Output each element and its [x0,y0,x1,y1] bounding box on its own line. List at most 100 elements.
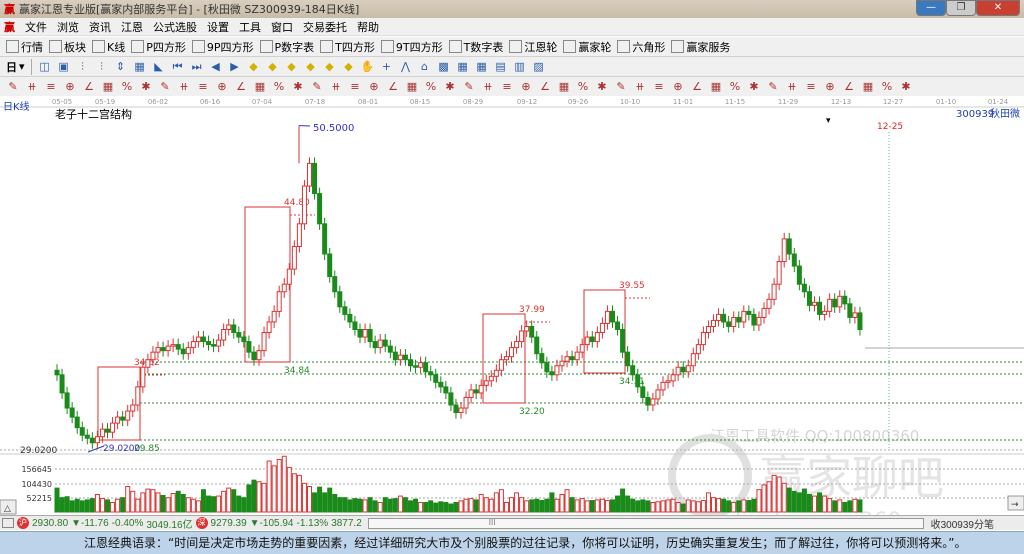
toolbar-button-11[interactable]: 六角形 [617,39,665,55]
toolbar-button-5[interactable]: P数字表 [259,39,314,55]
chart-tool-19-icon[interactable]: ⋀ [399,60,413,74]
drawing-tool-30-icon[interactable]: % [576,80,590,94]
drawing-tool-5-icon[interactable]: ▦ [101,80,115,94]
menu-trade[interactable]: 交易委托 [303,19,347,35]
toolbar-button-7[interactable]: 9T四方形 [380,39,443,55]
period-select[interactable]: 日 ▾ [6,59,25,75]
drawing-tool-28-icon[interactable]: ∠ [538,80,552,94]
drawing-tool-47-icon[interactable]: ✱ [899,80,913,94]
drawing-tool-13-icon[interactable]: ▦ [253,80,267,94]
drawing-tool-33-icon[interactable]: ⧺ [633,80,647,94]
drawing-tool-43-icon[interactable]: ⊕ [823,80,837,94]
scroll-grip[interactable]: III [489,518,496,527]
chart-tool-18-icon[interactable]: + [380,60,394,74]
chart-tool-15-icon[interactable]: ◆ [323,60,337,74]
drawing-tool-35-icon[interactable]: ⊕ [671,80,685,94]
calculator-icon[interactable] [2,518,14,528]
menu-help[interactable]: 帮助 [357,19,379,35]
drawing-tool-41-icon[interactable]: ⧺ [785,80,799,94]
chart-tool-24-icon[interactable]: ▤ [494,60,508,74]
menu-browse[interactable]: 浏览 [57,19,79,35]
drawing-tool-24-icon[interactable]: ✎ [462,80,476,94]
chart-tool-5-icon[interactable]: ▦ [133,60,147,74]
chart-tool-22-icon[interactable]: ▦ [456,60,470,74]
chart-tool-6-icon[interactable]: ◣ [152,60,166,74]
chart-tool-4-icon[interactable]: ⇕ [114,60,128,74]
drawing-tool-2-icon[interactable]: ≡ [44,80,58,94]
menu-settings[interactable]: 设置 [207,19,229,35]
drawing-tool-27-icon[interactable]: ⊕ [519,80,533,94]
chart-tool-10-icon[interactable]: ▶ [228,60,242,74]
toolbar-button-4[interactable]: 9P四方形 [191,39,254,55]
drawing-tool-34-icon[interactable]: ≡ [652,80,666,94]
drawing-tool-9-icon[interactable]: ⧺ [177,80,191,94]
restore-button[interactable]: ❐ [946,0,976,16]
chart-tool-12-icon[interactable]: ◆ [266,60,280,74]
tick-detail-link[interactable]: 收300939分笔 [931,516,994,531]
drawing-tool-17-icon[interactable]: ⧺ [329,80,343,94]
chart-tool-14-icon[interactable]: ◆ [304,60,318,74]
drawing-tool-23-icon[interactable]: ✱ [443,80,457,94]
drawing-tool-3-icon[interactable]: ⊕ [63,80,77,94]
toolbar-button-0[interactable]: 行情 [6,39,43,55]
chart-tool-17-icon[interactable]: ✋ [361,60,375,74]
menu-formula[interactable]: 公式选股 [153,19,197,35]
chart-tool-9-icon[interactable]: ◀ [209,60,223,74]
chart-tool-11-icon[interactable]: ◆ [247,60,261,74]
drawing-tool-22-icon[interactable]: % [424,80,438,94]
drawing-tool-26-icon[interactable]: ≡ [500,80,514,94]
kline-chart[interactable]: 05-05 05-19 06-02 06-16 07-04 07-18 08-01 08-15… [0,96,1024,515]
drawing-tool-11-icon[interactable]: ⊕ [215,80,229,94]
chart-tool-16-icon[interactable]: ◆ [342,60,356,74]
drawing-tool-6-icon[interactable]: % [120,80,134,94]
toolbar-button-10[interactable]: 赢家轮 [563,39,611,55]
menu-info[interactable]: 资讯 [89,19,111,35]
drawing-tool-0-icon[interactable]: ✎ [6,80,20,94]
chart-tool-21-icon[interactable]: ▩ [437,60,451,74]
close-button[interactable]: ✕ [976,0,1020,16]
minimize-button[interactable]: — [916,0,946,16]
chart-tool-20-icon[interactable]: ⌂ [418,60,432,74]
toolbar-button-1[interactable]: 板块 [49,39,86,55]
drawing-tool-25-icon[interactable]: ⧺ [481,80,495,94]
drawing-tool-12-icon[interactable]: ∠ [234,80,248,94]
menu-gann[interactable]: 江恩 [121,19,143,35]
drawing-tool-42-icon[interactable]: ≡ [804,80,818,94]
drawing-tool-8-icon[interactable]: ✎ [158,80,172,94]
chart-tool-2-icon[interactable]: ⫶ [76,60,90,74]
toolbar-button-6[interactable]: T四方形 [320,39,375,55]
drawing-tool-46-icon[interactable]: % [880,80,894,94]
drawing-tool-37-icon[interactable]: ▦ [709,80,723,94]
drawing-tool-21-icon[interactable]: ▦ [405,80,419,94]
drawing-tool-7-icon[interactable]: ✱ [139,80,153,94]
menu-window[interactable]: 窗口 [271,19,293,35]
drawing-tool-36-icon[interactable]: ∠ [690,80,704,94]
toolbar-button-8[interactable]: T数字表 [448,39,503,55]
drawing-tool-15-icon[interactable]: ✱ [291,80,305,94]
chart-tool-1-icon[interactable]: ▣ [57,60,71,74]
drawing-tool-45-icon[interactable]: ▦ [861,80,875,94]
drawing-tool-20-icon[interactable]: ∠ [386,80,400,94]
drawing-tool-29-icon[interactable]: ▦ [557,80,571,94]
chart-tool-13-icon[interactable]: ◆ [285,60,299,74]
chart-tool-3-icon[interactable]: ⫶ [95,60,109,74]
drawing-tool-44-icon[interactable]: ∠ [842,80,856,94]
drawing-tool-16-icon[interactable]: ✎ [310,80,324,94]
toolbar-button-2[interactable]: K线 [92,39,125,55]
drawing-tool-38-icon[interactable]: % [728,80,742,94]
drawing-tool-32-icon[interactable]: ✎ [614,80,628,94]
chart-tool-23-icon[interactable]: ▦ [475,60,489,74]
toolbar-button-3[interactable]: P四方形 [131,39,186,55]
menu-file[interactable]: 文件 [25,19,47,35]
drawing-tool-39-icon[interactable]: ✱ [747,80,761,94]
chart-tool-25-icon[interactable]: ▥ [513,60,527,74]
horizontal-scrollbar[interactable]: III [367,517,924,529]
drawing-tool-14-icon[interactable]: % [272,80,286,94]
chart-tool-26-icon[interactable]: ▨ [532,60,546,74]
drawing-tool-31-icon[interactable]: ✱ [595,80,609,94]
toolbar-button-9[interactable]: 江恩轮 [509,39,557,55]
drawing-tool-19-icon[interactable]: ⊕ [367,80,381,94]
toolbar-button-12[interactable]: 赢家服务 [671,39,730,55]
drawing-tool-4-icon[interactable]: ∠ [82,80,96,94]
chart-tool-7-icon[interactable]: ⏮ [171,60,185,74]
